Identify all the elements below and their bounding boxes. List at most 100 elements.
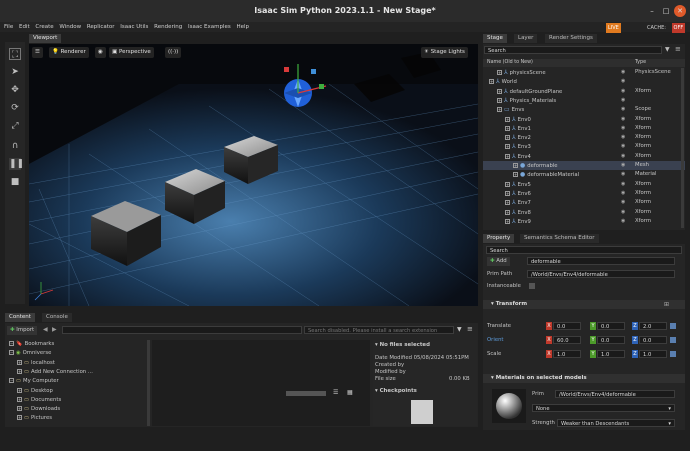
stage-scrollbar[interactable] xyxy=(681,68,684,228)
stage-lights-button[interactable]: ☀ Stage Lights xyxy=(421,47,468,58)
content-tree-item[interactable]: + ▭ Add New Connection ... xyxy=(5,368,147,377)
visibility-eye-icon[interactable]: ◉ xyxy=(621,180,625,189)
stage-row[interactable]: + ⅄ Env2 ◉ Xform xyxy=(483,133,685,142)
rotate-icon[interactable]: ⟳ xyxy=(9,102,21,114)
content-menu-icon[interactable]: ≡ xyxy=(467,325,473,333)
stage-row[interactable]: + ⅄ Env0 ◉ Xform xyxy=(483,115,685,124)
type-column-header[interactable]: Type xyxy=(635,59,646,67)
stage-row[interactable]: + ⅄ World ◉ xyxy=(483,77,685,86)
prim-name-field[interactable]: deformable xyxy=(527,257,675,265)
menu-replicator[interactable]: Replicator xyxy=(87,22,115,32)
menu-file[interactable]: File xyxy=(4,22,13,32)
content-tree-item[interactable]: + ▭ Desktop xyxy=(5,387,147,396)
content-tree-item[interactable]: + ▭ Pictures xyxy=(5,414,147,423)
orient-y-field[interactable]: 0.0 xyxy=(597,336,625,344)
visibility-eye-icon[interactable]: ◉ xyxy=(95,47,106,58)
expand-icon[interactable]: + xyxy=(505,116,510,122)
snap-icon[interactable]: ∩ xyxy=(9,140,21,152)
transform-options-icon[interactable]: ⊞ xyxy=(664,301,669,308)
visibility-eye-icon[interactable]: ◉ xyxy=(621,152,625,161)
visibility-eye-icon[interactable]: ◉ xyxy=(621,161,625,170)
expand-icon[interactable]: + xyxy=(505,181,510,187)
material-select[interactable]: None ▾ xyxy=(532,404,675,412)
expand-icon[interactable]: + xyxy=(505,135,510,141)
move-icon[interactable]: ✥ xyxy=(9,84,21,96)
scale-z-field[interactable]: 1.0 xyxy=(639,350,667,358)
pointer-icon[interactable]: ➤ xyxy=(9,66,21,78)
visibility-eye-icon[interactable]: ◉ xyxy=(621,124,625,133)
menu-isaac-examples[interactable]: Isaac Examples xyxy=(188,22,231,32)
expand-icon[interactable]: + xyxy=(497,107,502,113)
list-view-icon[interactable]: ☰ xyxy=(333,389,338,396)
expand-icon[interactable]: + xyxy=(17,387,22,393)
grid-view-icon[interactable]: ▦ xyxy=(347,389,353,396)
expand-icon[interactable]: + xyxy=(505,218,510,224)
stage-row[interactable]: + ● deformableMaterial ◉ Material xyxy=(483,170,685,179)
tab-render-settings[interactable]: Render Settings xyxy=(545,34,597,43)
viewport-settings-icon[interactable]: ☰ xyxy=(32,47,43,58)
stage-row[interactable]: + ⅄ Env5 ◉ Xform xyxy=(483,180,685,189)
tab-stage[interactable]: Stage xyxy=(483,34,507,43)
stage-row[interactable]: + ⅄ Env9 ◉ Xform xyxy=(483,217,685,226)
visibility-eye-icon[interactable]: ◉ xyxy=(621,208,625,217)
instanceable-checkbox[interactable] xyxy=(529,283,535,289)
stage-row[interactable]: + ⅄ Env7 ◉ Xform xyxy=(483,198,685,207)
visibility-eye-icon[interactable]: ◉ xyxy=(621,170,625,179)
visibility-eye-icon[interactable]: ◉ xyxy=(621,133,625,142)
visibility-eye-icon[interactable]: ◉ xyxy=(621,217,625,226)
expand-icon[interactable]: + xyxy=(505,125,510,131)
import-button[interactable]: ✚ Import xyxy=(7,326,38,335)
property-search-input[interactable]: Search xyxy=(486,246,682,254)
stop-icon[interactable]: ■ xyxy=(9,176,21,188)
expand-icon[interactable]: + xyxy=(497,70,502,75)
scale-icon[interactable]: ⤢ xyxy=(9,120,21,132)
transform-section-header[interactable]: ▾ Transform xyxy=(483,300,685,309)
camera-button[interactable]: ▣ Perspective xyxy=(109,47,154,58)
expand-icon[interactable]: + xyxy=(505,200,510,206)
close-button[interactable]: ✕ xyxy=(674,5,686,17)
orient-reset-icon[interactable] xyxy=(670,337,676,343)
content-tree-scrollbar[interactable] xyxy=(147,340,150,426)
audio-icon[interactable]: ((·)) xyxy=(165,47,182,58)
expand-icon[interactable]: + xyxy=(505,153,510,159)
file-browser-area[interactable] xyxy=(152,340,370,426)
orient-x-field[interactable]: 60.0 xyxy=(553,336,581,344)
expand-icon[interactable]: − xyxy=(9,350,14,356)
expand-icon[interactable]: + xyxy=(505,144,510,150)
expand-icon[interactable]: + xyxy=(513,163,518,168)
expand-icon[interactable]: + xyxy=(505,209,510,215)
stage-row[interactable]: + ⅄ physicsScene ◉ PhysicsScene xyxy=(483,68,685,77)
translate-y-field[interactable]: 0.0 xyxy=(597,322,625,330)
stage-menu-icon[interactable]: ≡ xyxy=(675,45,681,53)
stage-row[interactable]: + ⅄ Physics_Materials ◉ xyxy=(483,96,685,105)
content-tree-item[interactable]: + ▭ Documents xyxy=(5,396,147,405)
name-column-header[interactable]: Name (Old to New) xyxy=(487,59,533,67)
stage-row[interactable]: + ⅄ Env3 ◉ Xform xyxy=(483,142,685,151)
menu-help[interactable]: Help xyxy=(236,22,249,32)
checkpoints-header[interactable]: ▾ Checkpoints xyxy=(375,388,417,394)
materials-section-header[interactable]: ▾ Materials on selected models xyxy=(483,374,685,383)
filter-icon[interactable]: ▼ xyxy=(665,46,670,53)
forward-icon[interactable]: ▶ xyxy=(52,326,57,333)
translate-x-field[interactable]: 0.0 xyxy=(553,322,581,330)
menu-edit[interactable]: Edit xyxy=(19,22,30,32)
visibility-eye-icon[interactable]: ◉ xyxy=(621,198,625,207)
visibility-eye-icon[interactable]: ◉ xyxy=(621,96,625,105)
path-field[interactable] xyxy=(62,326,302,334)
visibility-eye-icon[interactable]: ◉ xyxy=(621,77,625,86)
content-tree-item[interactable]: + ▭ Downloads xyxy=(5,405,147,414)
expand-icon[interactable]: − xyxy=(9,378,14,384)
expand-icon[interactable]: + xyxy=(17,396,22,402)
tab-layer[interactable]: Layer xyxy=(514,34,538,43)
maximize-button[interactable]: □ xyxy=(660,5,672,17)
stage-row[interactable]: + ⅄ Env4 ◉ Xform xyxy=(483,152,685,161)
expand-icon[interactable]: + xyxy=(17,406,22,412)
tab-console[interactable]: Console xyxy=(42,313,72,322)
viewport-canvas[interactable]: ☰ 💡 Renderer ◉ ▣ Perspective ((·)) ☀ Sta… xyxy=(29,44,478,306)
tab-content[interactable]: Content xyxy=(5,313,35,322)
content-tree-item[interactable]: + ▭ localhost xyxy=(5,359,147,368)
stage-search-input[interactable]: Search xyxy=(484,46,662,54)
expand-icon[interactable]: + xyxy=(505,190,510,196)
visibility-eye-icon[interactable]: ◉ xyxy=(621,105,625,114)
strength-select[interactable]: Weaker than Descendants ▾ xyxy=(557,419,675,427)
